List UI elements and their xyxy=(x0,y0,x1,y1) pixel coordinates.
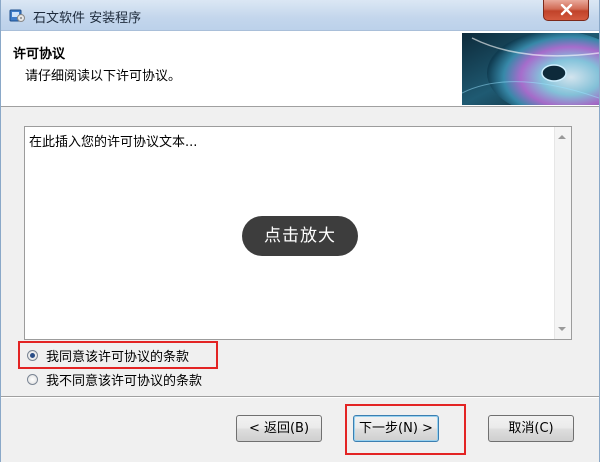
scroll-down-arrow-icon[interactable] xyxy=(558,327,566,331)
license-text: 在此插入您的许可协议文本... xyxy=(29,135,198,150)
page-subtitle: 请仔细阅读以下许可协议。 xyxy=(25,69,182,84)
page-header: 许可协议 请仔细阅读以下许可协议。 xyxy=(1,31,600,115)
disagree-radio[interactable] xyxy=(27,373,38,385)
window-title: 石文软件 安装程序 xyxy=(33,11,142,26)
close-button[interactable] xyxy=(543,0,589,21)
installer-window: 石文软件 安装程序 许可协议 请仔细阅读以下许可协议。 在此插入您的许可协议文本… xyxy=(0,0,600,462)
footer-divider xyxy=(1,396,599,398)
zoom-overlay-button[interactable]: 点击放大 xyxy=(242,216,358,256)
cd-disc-image xyxy=(461,31,600,115)
disagree-label[interactable]: 我不同意该许可协议的条款 xyxy=(46,370,202,389)
page-title: 许可协议 xyxy=(13,47,66,62)
cancel-button[interactable]: 取消(C) xyxy=(488,415,574,442)
disagree-option[interactable]: 我不同意该许可协议的条款 xyxy=(27,370,202,389)
installer-icon xyxy=(9,7,25,23)
scroll-up-arrow-icon[interactable] xyxy=(558,135,566,139)
agree-highlight xyxy=(18,341,218,369)
license-scrollbar[interactable] xyxy=(554,127,571,339)
title-bar[interactable]: 石文软件 安装程序 xyxy=(1,0,599,31)
back-button[interactable]: < 返回(B) xyxy=(236,415,322,442)
next-highlight xyxy=(345,404,466,455)
